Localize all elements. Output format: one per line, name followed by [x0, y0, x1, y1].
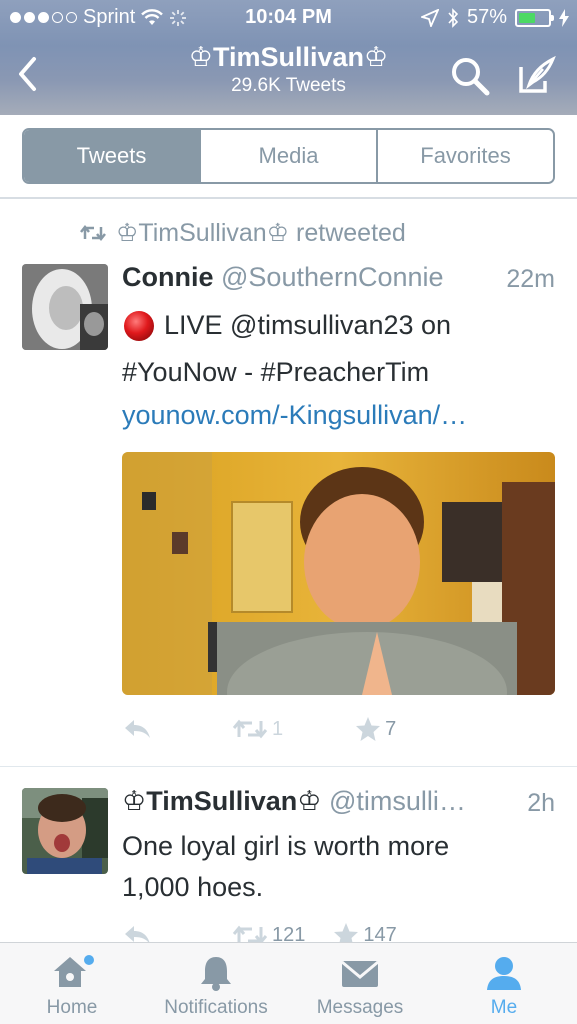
tweet-text-line: 1,000 hoes.: [122, 872, 264, 902]
tab-label: Notifications: [164, 997, 268, 1018]
retweet-icon: [80, 224, 106, 242]
envelope-icon: [341, 960, 379, 987]
charging-bolt-icon: [559, 8, 569, 27]
tweet-text-line: #YouNow - #PreacherTim: [122, 357, 430, 387]
author-handle[interactable]: @timsulli…: [329, 786, 466, 816]
retweet-icon: [232, 719, 268, 739]
retweet-count: 1: [272, 717, 284, 740]
tab-favorites[interactable]: Favorites: [376, 130, 553, 182]
tweet-text: One loyal girl is worth more 1,000 hoes.: [122, 826, 562, 908]
compose-icon[interactable]: [515, 55, 557, 97]
avatar-photo: [22, 788, 108, 874]
divider: [0, 197, 577, 199]
tweet-text: LIVE @timsullivan23 on #YouNow - #Preach…: [122, 302, 562, 434]
tab-me[interactable]: Me: [474, 943, 534, 1024]
avatar[interactable]: [22, 788, 108, 874]
battery-percent: 57%: [466, 6, 507, 28]
tweet-media-image[interactable]: [122, 452, 555, 695]
bottom-tab-bar: Home Notifications Messages Me: [0, 942, 577, 1024]
favorite-button[interactable]: 7: [355, 716, 396, 742]
tweet-actions: 1 7: [122, 716, 396, 742]
author-name[interactable]: ♔TimSullivan♔: [122, 786, 321, 816]
tab-messages[interactable]: Messages: [308, 943, 412, 1024]
home-icon: [54, 955, 94, 987]
battery-icon: [515, 8, 554, 27]
location-arrow-icon: [420, 8, 439, 27]
retweet-context[interactable]: ♔TimSullivan♔ retweeted: [80, 218, 406, 248]
tab-label: Messages: [316, 997, 404, 1018]
tab-home[interactable]: Home: [30, 943, 114, 1024]
tab-media[interactable]: Media: [199, 130, 376, 182]
tweet-time: 2h: [527, 789, 555, 817]
reply-button[interactable]: [122, 718, 152, 740]
author-name[interactable]: Connie: [122, 262, 214, 292]
tweet-text-line: One loyal girl is worth more: [122, 831, 450, 861]
profile-header: Sprint 10:04 PM 57% ♔TimSullivan♔ 29.6K …: [0, 0, 577, 115]
tweet-text-line: LIVE @timsullivan23 on: [164, 310, 452, 340]
tweet-header: ♔TimSullivan♔ @timsulli…: [122, 786, 466, 817]
tab-tweets[interactable]: Tweets: [24, 130, 199, 182]
red-circle-emoji-icon: [124, 310, 154, 341]
tweet-header: Connie @SouthernConnie: [122, 262, 444, 293]
search-icon[interactable]: [449, 55, 491, 97]
tab-label: Me: [490, 997, 518, 1018]
retweet-button[interactable]: 1: [232, 718, 283, 741]
bell-icon: [201, 957, 231, 991]
tweet-link[interactable]: younow.com/-Kingsullivan/…: [122, 396, 562, 434]
tab-notifications[interactable]: Notifications: [155, 943, 277, 1024]
status-right: 57%: [420, 6, 569, 29]
retweet-label: ♔TimSullivan♔ retweeted: [116, 219, 406, 247]
tweet-divider: [0, 766, 577, 767]
bluetooth-icon: [448, 7, 459, 28]
favorite-count: 7: [385, 717, 397, 740]
avatar-photo: [22, 264, 108, 350]
person-icon: [487, 957, 521, 990]
reply-icon: [125, 720, 150, 738]
video-thumbnail: [122, 452, 555, 695]
star-icon: [356, 717, 381, 741]
status-bar: Sprint 10:04 PM 57%: [0, 6, 577, 34]
avatar[interactable]: [22, 264, 108, 350]
tweet-time: 22m: [506, 265, 555, 293]
profile-tabs: Tweets Media Favorites: [22, 128, 555, 184]
author-handle[interactable]: @SouthernConnie: [221, 262, 444, 292]
tab-label: Home: [46, 997, 98, 1018]
